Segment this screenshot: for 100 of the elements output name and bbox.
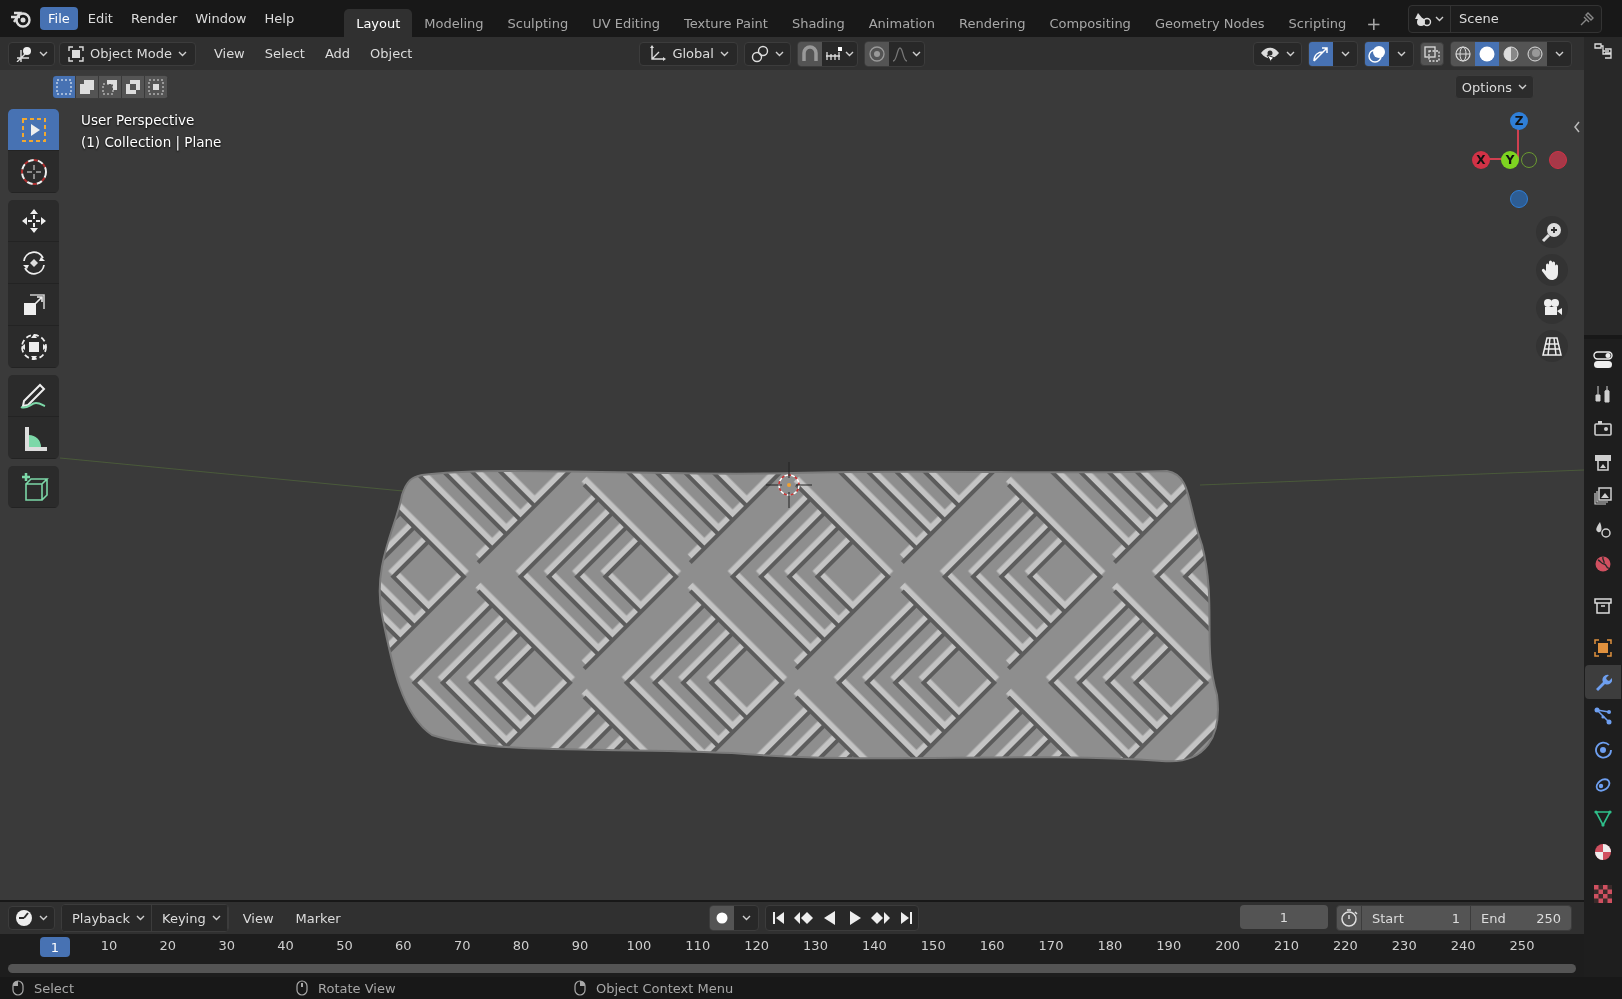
pan-button[interactable]	[1536, 254, 1568, 286]
overlapping-squares-icon	[79, 79, 95, 95]
orbit-icon	[1594, 741, 1612, 759]
drop-circle-icon	[1594, 521, 1612, 539]
start-frame-field[interactable]: 1	[1451, 910, 1460, 926]
select-mode-button[interactable]	[53, 76, 76, 98]
editor-type-button[interactable]	[8, 906, 55, 930]
frame-number: 190	[1156, 938, 1182, 953]
shading-mode-button[interactable]	[1451, 41, 1475, 66]
xray-toggle[interactable]	[1420, 41, 1444, 66]
field-label: Start	[1372, 910, 1404, 926]
workspace-tab[interactable]: Scripting	[1276, 9, 1359, 37]
workspace-tab[interactable]: Animation	[856, 9, 947, 37]
shading-mode-button[interactable]	[1475, 41, 1499, 66]
skip-back-icon	[772, 911, 786, 925]
3d-cursor-icon	[764, 460, 814, 510]
orientation-dropdown[interactable]: Global	[639, 41, 738, 66]
dashed-square-icon	[56, 79, 72, 95]
current-frame-field[interactable]: 1	[1240, 905, 1328, 929]
menu-item[interactable]: Object	[362, 42, 421, 65]
menu-item[interactable]: Add	[316, 42, 359, 65]
chevron-down-icon	[39, 915, 48, 921]
cursor-icon	[18, 156, 49, 187]
select-mode-button[interactable]	[122, 76, 145, 98]
snap-toggle[interactable]	[797, 41, 822, 66]
workspace-tab[interactable]: Layout	[344, 9, 413, 37]
workspace-tab[interactable]: Modeling	[412, 9, 496, 37]
playhead-marker[interactable]: 1	[40, 937, 70, 957]
camera-view-button[interactable]	[1536, 292, 1568, 324]
mouse-icon	[574, 980, 586, 996]
overlays-toggle[interactable]	[1365, 41, 1389, 66]
tool-button[interactable]	[8, 109, 59, 151]
axis-handle[interactable]	[1510, 190, 1528, 208]
add-workspace-button[interactable]: +	[1358, 9, 1390, 37]
frame-number: 50	[336, 938, 353, 953]
frame-number: 20	[159, 938, 177, 953]
shading-mode-button[interactable]	[1523, 41, 1547, 66]
shading-mode-button[interactable]	[1499, 41, 1523, 66]
select-mode-button[interactable]	[145, 76, 168, 98]
axis-handle[interactable]: X	[1472, 151, 1490, 169]
zoom-button[interactable]	[1536, 216, 1568, 248]
menu-item[interactable]: File	[40, 7, 78, 30]
menu-item[interactable]: View	[205, 42, 253, 65]
select-mode-button[interactable]	[99, 76, 122, 98]
workspace-tab[interactable]: Compositing	[1037, 9, 1143, 37]
select-mode-button[interactable]	[76, 76, 99, 98]
axis-handle[interactable]	[1549, 151, 1567, 169]
menu-item[interactable]: Window	[187, 7, 255, 30]
triangle-mesh-icon	[1594, 809, 1612, 827]
workspace-tab[interactable]: Shading	[779, 9, 857, 37]
overlapping-squares-icon	[125, 79, 141, 95]
perspective-toggle-button[interactable]	[1536, 330, 1568, 362]
workspace-tab[interactable]: UV Editing	[580, 9, 672, 37]
axis-handle[interactable]: Y	[1501, 151, 1519, 169]
overlapping-circles-icon	[1368, 44, 1386, 63]
menu-item[interactable]: Help	[256, 7, 303, 30]
pin-icon[interactable]	[1579, 10, 1595, 27]
chevron-down-icon	[1286, 50, 1295, 57]
toggle-switch-icon[interactable]	[1593, 351, 1613, 369]
printer-icon	[1594, 453, 1612, 471]
frame-number: 250	[1509, 938, 1535, 953]
options-dropdown[interactable]: Options	[1454, 75, 1534, 99]
frame-number: 160	[979, 938, 1005, 953]
visibility-dropdown[interactable]	[1253, 41, 1302, 66]
record-button[interactable]	[710, 906, 735, 930]
menu-item[interactable]: Edit	[79, 7, 121, 30]
status-hint: Object Context Menu	[596, 980, 734, 996]
menu-dropdown[interactable]: Playback	[62, 905, 152, 931]
mouse-icon	[296, 980, 308, 996]
pivot-dropdown[interactable]	[743, 41, 791, 66]
overlapping-squares-icon	[102, 79, 118, 95]
workspace-tab[interactable]: Texture Paint	[672, 9, 780, 37]
axis-handle[interactable]: Z	[1510, 112, 1528, 130]
frame-number: 210	[1274, 938, 1299, 953]
camera-back-icon	[1594, 419, 1612, 437]
workspace-tab[interactable]: Rendering	[947, 9, 1038, 37]
keyframe-back-icon	[794, 911, 815, 925]
mode-dropdown[interactable]: Object Mode	[59, 41, 196, 66]
menu-item[interactable]: Render	[122, 7, 186, 30]
timeline-scrollbar[interactable]	[8, 964, 1576, 973]
falloff-curve-icon	[891, 45, 910, 62]
menu-item[interactable]: Select	[256, 42, 313, 65]
outliner-icon[interactable]	[1594, 43, 1612, 59]
app-logo-icon[interactable]	[10, 9, 32, 28]
frame-number: 170	[1038, 938, 1064, 953]
target-circle-icon	[868, 45, 885, 62]
frame-number: 140	[861, 938, 887, 953]
frame-number: 200	[1215, 938, 1241, 953]
editor-type-button[interactable]	[8, 41, 55, 66]
object-mode-icon	[68, 45, 84, 62]
workspace-tab[interactable]: Sculpting	[495, 9, 581, 37]
proportional-edit-toggle[interactable]	[864, 41, 889, 66]
wrench-icon	[1594, 673, 1612, 691]
status-hint: Rotate View	[318, 980, 396, 996]
end-frame-field[interactable]: 250	[1536, 910, 1561, 926]
menu-item[interactable]: Marker	[287, 906, 349, 930]
chevron-down-icon	[844, 50, 854, 57]
menu-item[interactable]: View	[234, 906, 282, 930]
workspace-tab[interactable]: Geometry Nodes	[1142, 9, 1277, 37]
gizmo-toggle[interactable]	[1309, 41, 1333, 66]
